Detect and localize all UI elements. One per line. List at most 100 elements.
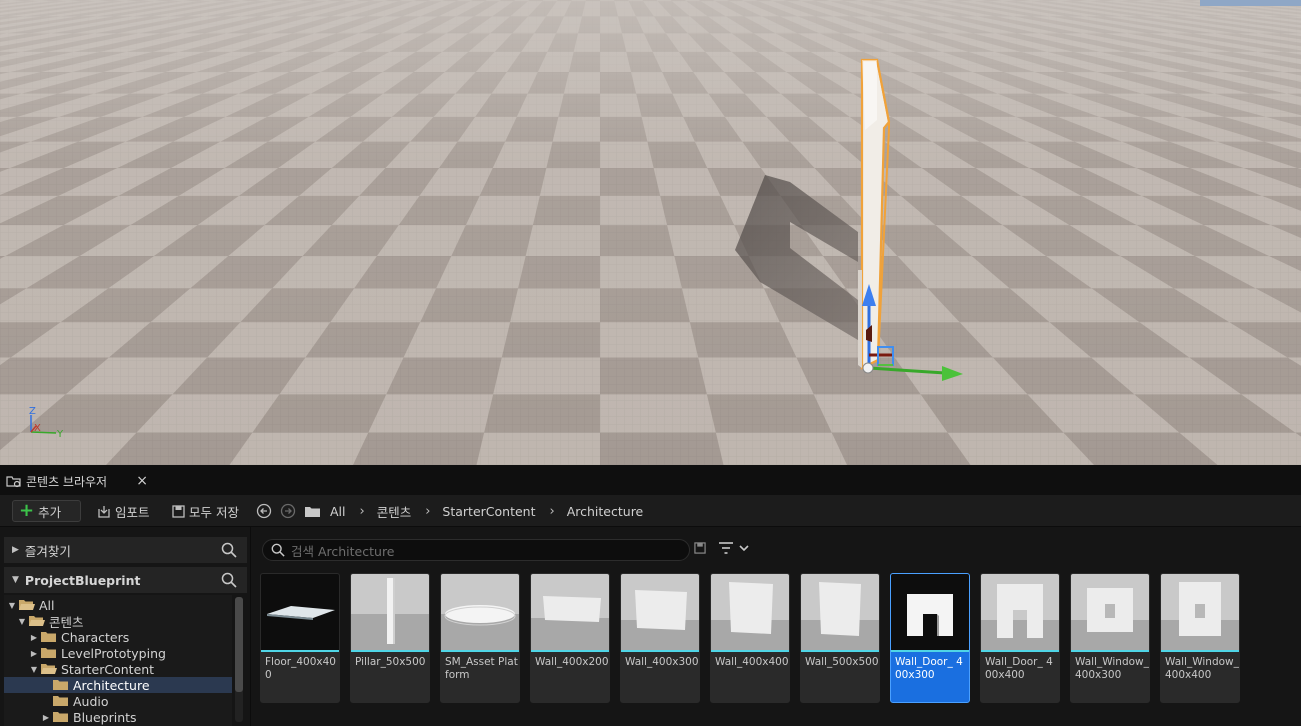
- chevron-right-icon: ›: [359, 503, 365, 519]
- asset-thumbnail: [891, 574, 969, 650]
- tree-scrollbar[interactable]: [235, 597, 243, 722]
- asset-thumbnail: [1161, 574, 1239, 650]
- scrollbar-thumb[interactable]: [235, 597, 243, 692]
- asset-tile-floor[interactable]: Floor_400x400: [260, 573, 340, 703]
- tree-item-levelprototyping[interactable]: ▶ LevelPrototyping: [4, 645, 232, 661]
- asset-tile-wall-window-400x400[interactable]: Wall_Window_ 400x400: [1160, 573, 1240, 703]
- asset-view: 검색 Architecture Floor_400x400 Pillar_50x…: [256, 527, 1301, 726]
- tree-item-architecture[interactable]: Architecture: [4, 677, 232, 693]
- asset-thumbnail: [621, 574, 699, 650]
- save-search-icon[interactable]: [694, 542, 706, 557]
- save-icon: [170, 504, 186, 518]
- save-all-button-label: 모두 저장: [189, 504, 239, 520]
- asset-thumbnail: [261, 574, 339, 650]
- history-forward-button[interactable]: [280, 500, 296, 522]
- asset-name: Wall_Door_ 400x400: [985, 656, 1053, 681]
- asset-thumbnail: [711, 574, 789, 650]
- project-label: ProjectBlueprint: [24, 572, 141, 588]
- search-icon[interactable]: [221, 572, 237, 591]
- chevron-right-icon[interactable]: ▶: [28, 649, 40, 658]
- viewport-scene[interactable]: Z X Y: [0, 0, 1301, 465]
- folder-open-icon: [40, 663, 58, 675]
- add-button[interactable]: + 추가: [12, 500, 81, 522]
- tree-item-label: Architecture: [73, 677, 150, 693]
- chevron-down-icon: [739, 545, 749, 552]
- breadcrumb-item-architecture[interactable]: Architecture: [567, 504, 644, 519]
- chevron-right-icon[interactable]: ▶: [28, 633, 40, 642]
- tree-item-characters[interactable]: ▶ Characters: [4, 629, 232, 645]
- asset-tile-wall-400x300[interactable]: Wall_400x300: [620, 573, 700, 703]
- asset-thumbnail: [981, 574, 1059, 650]
- tree-item-startercontent[interactable]: ▼ StarterContent: [4, 661, 232, 677]
- level-viewport[interactable]: Z X Y: [0, 0, 1301, 465]
- folder-tree: ▼ All ▼ 콘텐츠 ▶ Characters ▶ LevelPrototyp…: [4, 595, 232, 726]
- breadcrumb-item-startercontent[interactable]: StarterContent: [442, 504, 535, 519]
- asset-thumbnail: [351, 574, 429, 650]
- tree-item-label: 콘텐츠: [49, 614, 84, 630]
- asset-thumbnail: [801, 574, 879, 650]
- asset-name: SM_Asset Platform: [445, 656, 518, 681]
- asset-thumbnail: [1071, 574, 1149, 650]
- asset-name: Wall_Window_ 400x300: [1075, 656, 1149, 681]
- chevron-down-icon[interactable]: ▼: [16, 617, 28, 626]
- project-section-header[interactable]: ▼ ProjectBlueprint: [4, 567, 247, 593]
- tree-item-label: Audio: [73, 693, 109, 709]
- content-browser-tab[interactable]: 콘텐츠 브라우저 ×: [0, 467, 156, 495]
- chevron-right-icon: ›: [549, 503, 555, 519]
- asset-tile-platform[interactable]: SM_Asset Platform: [440, 573, 520, 703]
- content-browser-panel: 콘텐츠 브라우저 × + 추가 임포트 모두 저장 All › 콘텐츠 › St…: [0, 465, 1301, 726]
- asset-name: Wall_400x300: [625, 656, 699, 668]
- filter-dropdown-button[interactable]: [718, 541, 750, 555]
- tree-item-content[interactable]: ▼ 콘텐츠: [4, 613, 232, 630]
- search-icon: [271, 543, 285, 557]
- tree-item-all[interactable]: ▼ All: [4, 597, 232, 613]
- chevron-down-icon[interactable]: ▼: [28, 665, 40, 674]
- folder-icon[interactable]: [304, 500, 321, 522]
- asset-tile-wall-door-400x400[interactable]: Wall_Door_ 400x400: [980, 573, 1060, 703]
- asset-thumbnail: [531, 574, 609, 650]
- breadcrumb-item-all[interactable]: All: [330, 504, 346, 519]
- asset-name: Wall_Door_ 400x300: [895, 656, 963, 681]
- tree-item-blueprints[interactable]: ▶ Blueprints: [4, 709, 232, 725]
- close-icon[interactable]: ×: [136, 473, 148, 489]
- asset-tile-wall-400x400[interactable]: Wall_400x400: [710, 573, 790, 703]
- tab-title: 콘텐츠 브라우저: [26, 474, 108, 489]
- save-all-button[interactable]: 모두 저장: [170, 500, 239, 522]
- asset-name: Wall_400x200: [535, 656, 609, 668]
- chevron-right-icon: ▶: [12, 545, 19, 555]
- back-arrow-icon: [256, 503, 272, 519]
- tree-item-audio[interactable]: Audio: [4, 693, 232, 709]
- axis-label-x: X: [34, 423, 41, 434]
- filter-icon: [719, 542, 733, 554]
- folder-open-icon: [18, 599, 36, 611]
- asset-tile-wall-window-400x300[interactable]: Wall_Window_ 400x300: [1070, 573, 1150, 703]
- chevron-right-icon[interactable]: ▶: [40, 713, 52, 722]
- folder-icon: [40, 647, 58, 659]
- asset-tile-wall-door-400x300[interactable]: Wall_Door_ 400x300: [890, 573, 970, 703]
- asset-name: Wall_Window_ 400x400: [1165, 656, 1239, 681]
- import-button[interactable]: 임포트: [96, 500, 150, 522]
- chevron-right-icon: ›: [425, 503, 431, 519]
- folder-icon: [40, 631, 58, 643]
- favorites-section-header[interactable]: ▶ 즐겨찾기: [4, 537, 247, 563]
- asset-tile-wall-400x200[interactable]: Wall_400x200: [530, 573, 610, 703]
- tree-item-label: Characters: [61, 629, 130, 645]
- import-icon: [96, 505, 112, 518]
- asset-thumbnail: [441, 574, 519, 650]
- asset-search-input[interactable]: 검색 Architecture: [262, 539, 690, 561]
- asset-name: Floor_400x400: [265, 656, 336, 681]
- axis-label-y: Y: [56, 429, 64, 440]
- search-placeholder: 검색 Architecture: [291, 543, 395, 559]
- breadcrumb-item-content[interactable]: 콘텐츠: [377, 502, 412, 521]
- search-icon[interactable]: [221, 542, 237, 561]
- content-browser-toolbar: + 추가 임포트 모두 저장 All › 콘텐츠 › StarterConten…: [0, 495, 1301, 527]
- breadcrumb: All › 콘텐츠 › StarterContent › Architectur…: [330, 500, 643, 522]
- forward-arrow-icon: [280, 503, 296, 519]
- asset-tile-wall-500x500[interactable]: Wall_500x500: [800, 573, 880, 703]
- asset-tile-pillar[interactable]: Pillar_50x500: [350, 573, 430, 703]
- folder-icon: [52, 679, 70, 691]
- axis-label-z: Z: [29, 406, 36, 417]
- panel-tab-bar: 콘텐츠 브라우저 ×: [0, 465, 1301, 495]
- history-back-button[interactable]: [256, 500, 272, 522]
- chevron-down-icon[interactable]: ▼: [6, 601, 18, 610]
